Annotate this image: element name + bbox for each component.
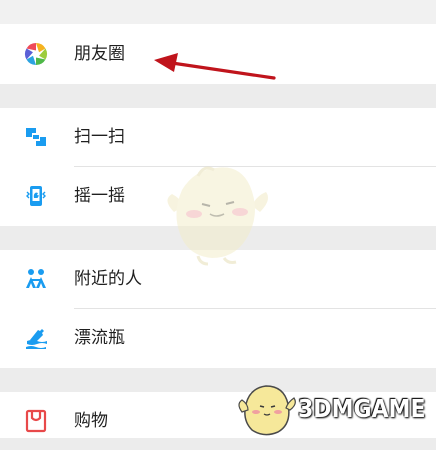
discover-page: 朋友圈 扫一扫 摇一摇 附近的人 漂流瓶 购物 3DMGAME: [0, 0, 436, 438]
menu-item-scan[interactable]: 扫一扫: [0, 108, 436, 166]
menu-label-nearby: 附近的人: [74, 269, 142, 289]
shopping-bag-icon: [25, 409, 47, 433]
red-arrow-annotation: [154, 53, 276, 80]
scan-icon: [26, 128, 46, 146]
drift-bottle-icon: [26, 329, 47, 349]
shake-phone-icon: [26, 186, 46, 206]
menu-label-bottle: 漂流瓶: [74, 328, 125, 348]
menu-label-moments: 朋友圈: [74, 44, 125, 64]
top-gap: [0, 0, 436, 24]
watermark-text: 3DMGAME: [298, 394, 426, 423]
moments-aperture-icon: [25, 43, 47, 65]
site-watermark: 3DMGAME: [236, 382, 432, 438]
menu-label-scan: 扫一扫: [74, 127, 125, 147]
people-nearby-icon: [26, 269, 46, 288]
mascot-watermark-image: [167, 166, 268, 266]
menu-item-bottle[interactable]: 漂流瓶: [0, 309, 436, 367]
menu-label-shopping: 购物: [74, 411, 108, 431]
watermark-mascot-icon: [238, 385, 296, 436]
menu-label-shake: 摇一摇: [74, 186, 125, 206]
